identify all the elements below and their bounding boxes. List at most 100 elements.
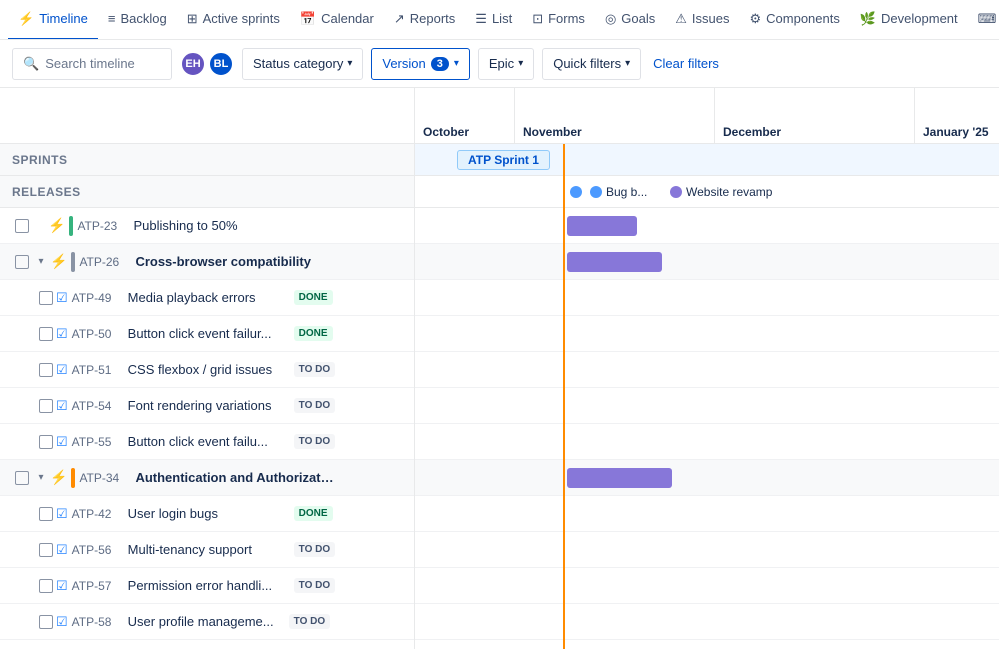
status-category-button[interactable]: Status category ▾: [242, 48, 363, 80]
nav-calendar[interactable]: 📅 Calendar: [290, 0, 384, 40]
task-title-atp56: Multi-tenancy support: [128, 542, 288, 557]
task-title-atp57: Permission error handli...: [128, 578, 288, 593]
task-id-atp23: ATP-23: [77, 219, 129, 233]
gantt-row-atp23: [415, 208, 999, 244]
gantt-row-atp59: [415, 640, 999, 649]
checkbox-atp58[interactable]: [36, 615, 56, 629]
issues-icon: ⚠: [675, 11, 687, 27]
list-icon: ☰: [475, 11, 487, 27]
task-row: ☑ ATP-56 Multi-tenancy support TO DO: [0, 532, 414, 568]
task-row: ☑ ATP-59 Mobile responsiveness TO DO: [0, 640, 414, 649]
checkbox-atp50[interactable]: [36, 327, 56, 341]
status-badge-atp55: TO DO: [294, 434, 335, 449]
main-content: Sprints Releases ⚡ ATP-23 Publishing to …: [0, 88, 999, 649]
nav-active-sprints[interactable]: ⊞ Active sprints: [177, 0, 290, 40]
nav-code[interactable]: ⌨ Code: [968, 0, 999, 40]
forms-icon: ⊡: [532, 11, 543, 27]
gantt-row-atp42: [415, 496, 999, 532]
sprints-icon: ⊞: [187, 11, 198, 27]
nav-backlog[interactable]: ≡ Backlog: [98, 0, 177, 40]
task-panel: Sprints Releases ⚡ ATP-23 Publishing to …: [0, 88, 415, 649]
nav-development[interactable]: 🌿 Development: [850, 0, 968, 40]
task-row: ☑ ATP-57 Permission error handli... TO D…: [0, 568, 414, 604]
month-header-row: October November December January '25: [415, 88, 999, 144]
epic-filter-button[interactable]: Epic ▾: [478, 48, 534, 80]
status-badge-atp50: DONE: [294, 326, 333, 341]
nav-forms[interactable]: ⊡ Forms: [522, 0, 595, 40]
quick-filters-button[interactable]: Quick filters ▾: [542, 48, 641, 80]
gantt-bar-atp26: [567, 252, 662, 272]
sprint-banner-row: ATP Sprint 1: [415, 144, 999, 176]
task-row: ☑ ATP-42 User login bugs DONE: [0, 496, 414, 532]
task-title-atp50: Button click event failur...: [128, 326, 288, 341]
checkbox-atp56[interactable]: [36, 543, 56, 557]
gantt-row-atp55: [415, 424, 999, 460]
expand-atp26[interactable]: ▾: [32, 253, 50, 271]
panel-header: [0, 88, 414, 144]
task-title-atp55: Button click event failu...: [128, 434, 288, 449]
top-navigation: ⚡ Timeline ≡ Backlog ⊞ Active sprints 📅 …: [0, 0, 999, 40]
gantt-row-atp50: [415, 316, 999, 352]
status-badge-atp58: TO DO: [289, 614, 330, 629]
version-filter-button[interactable]: Version 3 ▾: [371, 48, 470, 80]
development-icon: 🌿: [860, 11, 876, 27]
expand-atp34[interactable]: ▾: [32, 469, 50, 487]
task-id-atp26: ATP-26: [79, 255, 131, 269]
status-badge-atp57: TO DO: [294, 578, 335, 593]
search-placeholder: Search timeline: [45, 56, 135, 71]
nav-goals[interactable]: ◎ Goals: [595, 0, 665, 40]
checkbox-atp54[interactable]: [36, 399, 56, 413]
nav-reports[interactable]: ↗ Reports: [384, 0, 465, 40]
task-id-atp58: ATP-58: [72, 615, 124, 629]
task-icon-atp51: ☑: [56, 362, 68, 378]
task-title-atp51: CSS flexbox / grid issues: [128, 362, 288, 377]
color-bar-atp34: [71, 468, 75, 488]
task-row: ☑ ATP-58 User profile manageme... TO DO: [0, 604, 414, 640]
avatar-eh: EH: [180, 51, 206, 77]
nav-list[interactable]: ☰ List: [465, 0, 522, 40]
task-row: ▾ ⚡ ATP-26 Cross-browser compatibility: [0, 244, 414, 280]
clear-filters-button[interactable]: Clear filters: [649, 56, 723, 71]
checkbox-atp42[interactable]: [36, 507, 56, 521]
checkbox-atp34[interactable]: [12, 471, 32, 485]
nav-timeline[interactable]: ⚡ Timeline: [8, 0, 98, 40]
releases-label: Releases: [12, 185, 81, 199]
gantt-row-atp58: [415, 604, 999, 640]
task-id-atp55: ATP-55: [72, 435, 124, 449]
sprints-section-label: Sprints: [0, 144, 414, 176]
task-icon-atp58: ☑: [56, 614, 68, 630]
month-january: January '25: [915, 88, 999, 143]
task-icon-atp57: ☑: [56, 578, 68, 594]
code-icon: ⌨: [978, 11, 997, 27]
expand-atp23: [32, 217, 48, 235]
gantt-row-atp51: [415, 352, 999, 388]
color-bar-atp26: [71, 252, 75, 272]
release-circle-blue2: [590, 186, 602, 198]
task-icon-atp23: ⚡: [48, 217, 65, 234]
task-id-atp51: ATP-51: [72, 363, 124, 377]
task-row: ☑ ATP-55 Button click event failu... TO …: [0, 424, 414, 460]
checkbox-atp55[interactable]: [36, 435, 56, 449]
task-row: ▾ ⚡ ATP-34 Authentication and Authorizat…: [0, 460, 414, 496]
task-row: ☑ ATP-49 Media playback errors DONE: [0, 280, 414, 316]
task-id-atp42: ATP-42: [72, 507, 124, 521]
checkbox-atp57[interactable]: [36, 579, 56, 593]
nav-forms-label: Forms: [548, 11, 585, 26]
status-badge-atp54: TO DO: [294, 398, 335, 413]
search-timeline-input[interactable]: 🔍 Search timeline: [12, 48, 172, 80]
status-badge-atp56: TO DO: [294, 542, 335, 557]
checkbox-atp26[interactable]: [12, 255, 32, 269]
checkbox-atp23[interactable]: [12, 219, 32, 233]
nav-components[interactable]: ⚙ Components: [739, 0, 849, 40]
release-circle-purple: [670, 186, 682, 198]
task-title-atp23: Publishing to 50%: [133, 218, 333, 233]
task-icon-atp55: ☑: [56, 434, 68, 450]
checkbox-atp51[interactable]: [36, 363, 56, 377]
checkbox-atp49[interactable]: [36, 291, 56, 305]
task-icon-atp56: ☑: [56, 542, 68, 558]
task-icon-atp26: ⚡: [50, 253, 67, 270]
gantt-row-atp54: [415, 388, 999, 424]
backlog-icon: ≡: [108, 11, 116, 26]
search-icon: 🔍: [23, 56, 39, 72]
nav-issues[interactable]: ⚠ Issues: [665, 0, 739, 40]
